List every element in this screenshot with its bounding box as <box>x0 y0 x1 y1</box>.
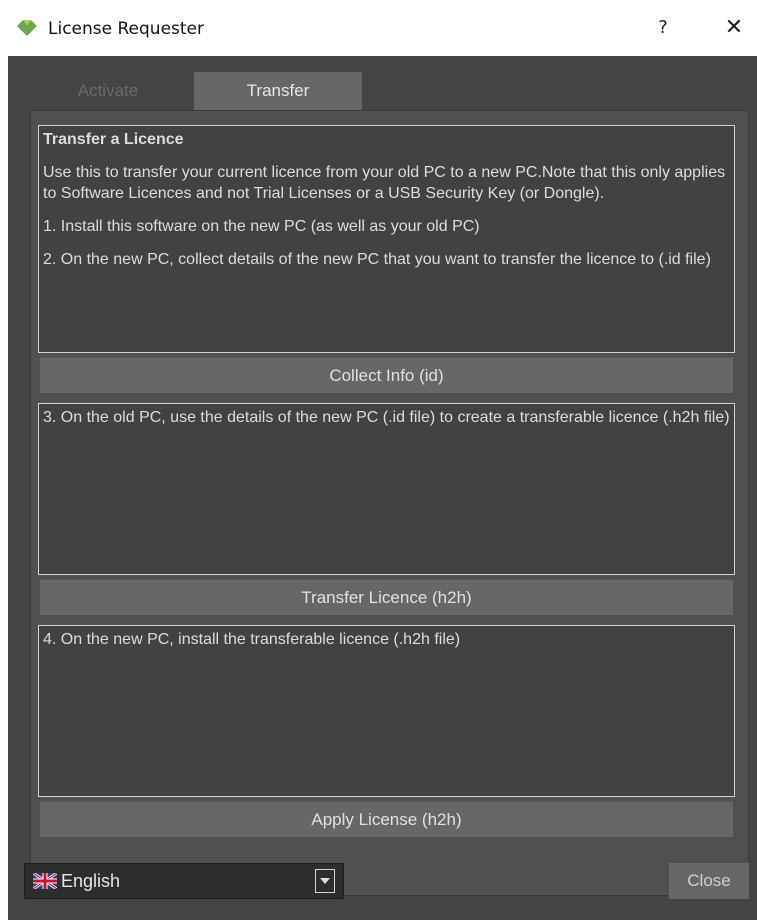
chevron-down-icon[interactable] <box>315 869 335 893</box>
language-value: English <box>61 871 121 891</box>
close-button[interactable]: Close <box>669 863 749 899</box>
dialog-body: Activate Transfer Transfer a Licence Use… <box>8 56 757 920</box>
step-1-text: 1. Install this software on the new PC (… <box>43 218 480 235</box>
transfer-description: Use this to transfer your current licenc… <box>43 164 726 202</box>
uk-flag-icon <box>33 873 57 889</box>
tab-transfer[interactable]: Transfer <box>194 72 362 110</box>
step-4-text: 4. On the new PC, install the transferab… <box>43 631 461 648</box>
close-window-button[interactable]: ✕ <box>718 12 750 44</box>
transfer-instructions-box: Transfer a Licence Use this to transfer … <box>38 125 735 353</box>
language-select[interactable]: English <box>24 863 344 899</box>
help-button[interactable]: ? <box>651 14 675 42</box>
step-3-box: 3. On the old PC, use the details of the… <box>38 403 735 575</box>
collect-info-button[interactable]: Collect Info (id) <box>40 357 733 393</box>
transfer-licence-button[interactable]: Transfer Licence (h2h) <box>40 579 733 615</box>
apply-license-button[interactable]: Apply License (h2h) <box>40 801 733 837</box>
step-4-box: 4. On the new PC, install the transferab… <box>38 625 735 797</box>
transfer-heading: Transfer a Licence <box>43 131 184 148</box>
window-title: License Requester <box>48 19 204 39</box>
title-bar: License Requester ? ✕ <box>0 0 757 56</box>
app-logo-icon <box>17 20 37 36</box>
step-2-text: 2. On the new PC, collect details of the… <box>43 251 711 268</box>
tab-activate[interactable]: Activate <box>44 72 172 110</box>
step-3-text: 3. On the old PC, use the details of the… <box>43 409 730 426</box>
